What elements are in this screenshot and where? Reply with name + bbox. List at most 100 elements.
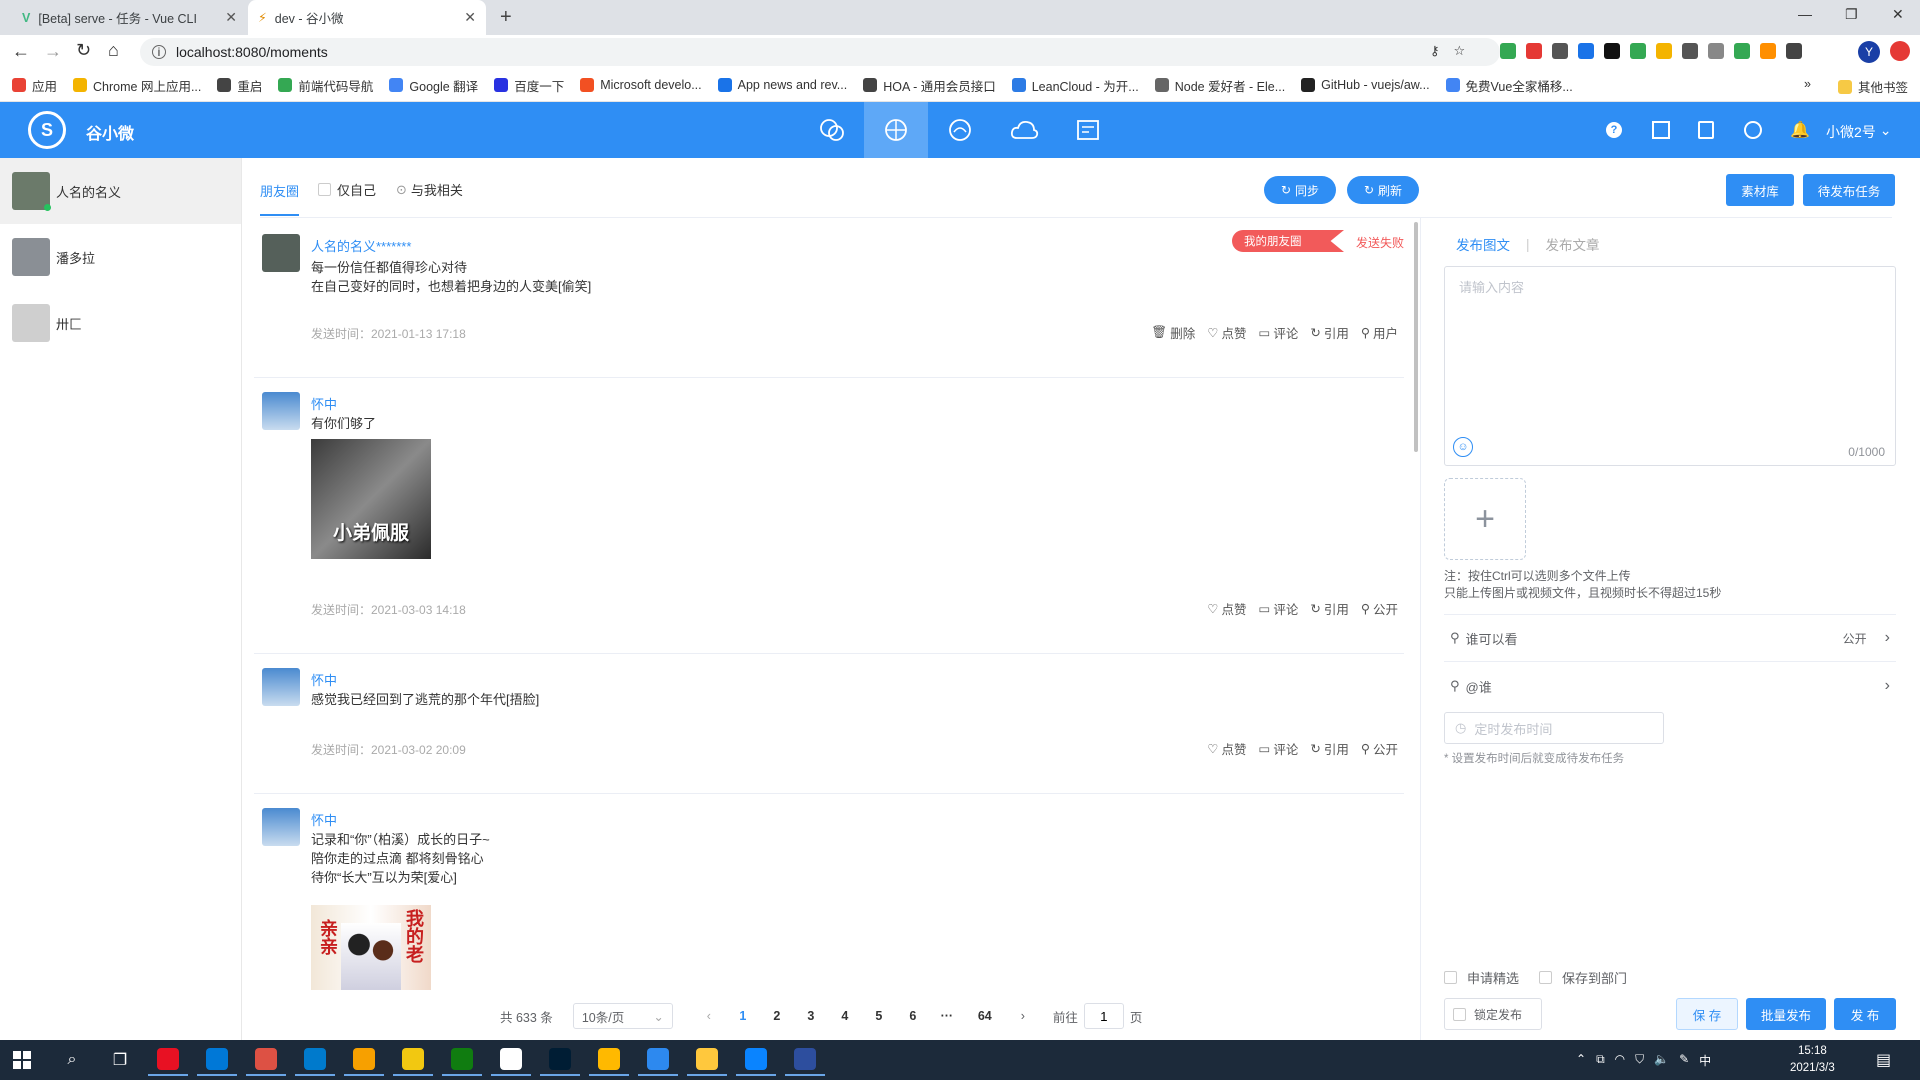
comment-button[interactable]: ▭ 评论 [1259,323,1299,342]
friend-item[interactable]: 潘多拉 [0,224,241,290]
taskbar-app-icon[interactable] [246,1044,286,1076]
taskbar-app-icon[interactable] [393,1044,433,1076]
close-window-icon[interactable]: ✕ [1892,6,1904,23]
taskbar-app-icon[interactable] [295,1044,335,1076]
other-bookmarks[interactable]: 其他书签 [1838,77,1908,96]
nav-wechat[interactable] [800,102,864,158]
start-button[interactable] [2,1044,42,1076]
user-menu[interactable]: 小微2号 ⌄ [1826,122,1892,142]
taskbar-app-icon[interactable] [491,1044,531,1076]
post-author[interactable]: 怀中 [311,810,337,829]
emoji-icon[interactable]: ☺ [1453,437,1473,457]
shield-icon[interactable]: ⛉ [1635,1052,1644,1069]
more-bookmarks-icon[interactable]: » [1804,77,1811,91]
goto-page-input[interactable] [1083,1003,1124,1029]
nav-cloud[interactable] [992,102,1056,158]
new-tab-icon[interactable]: + [500,6,512,29]
save-button[interactable]: 保 存 [1676,998,1738,1030]
extension-icon[interactable] [1630,43,1646,59]
bookmark-item[interactable]: Google 翻译 [389,76,478,95]
quote-button[interactable]: ↻ 引用 [1310,323,1349,342]
refresh-button[interactable]: ↻ 刷新 [1347,176,1419,204]
reload-icon[interactable]: ↻ [76,40,91,61]
delete-button[interactable]: 🗑 删除 [1151,323,1195,342]
page-2[interactable]: 2 [763,1009,791,1023]
bookmark-item[interactable]: 百度一下 [494,76,564,95]
info-icon[interactable]: i [152,45,166,59]
related-filter[interactable]: ⊙ 与我相关 [396,180,463,199]
nav-cloud-chat[interactable] [928,102,992,158]
bell-icon[interactable]: 🔔 [1790,120,1810,140]
quote-button[interactable]: ↻ 引用 [1310,599,1349,618]
prev-page-icon[interactable]: ‹ [695,1009,723,1023]
tab-vue-cli[interactable]: V [Beta] serve - 任务 - Vue CLI ✕ [12,0,247,35]
page-ellipsis[interactable]: ··· [933,1009,961,1023]
page-5[interactable]: 5 [865,1009,893,1023]
page-size-select[interactable]: 10条/页 ⌄ [572,1003,673,1029]
taskbar-app-icon[interactable] [197,1044,237,1076]
comment-button[interactable]: ▭ 评论 [1259,739,1299,758]
ime-indicator[interactable]: 中 [1699,1052,1711,1069]
help-icon[interactable]: ? [1606,122,1622,138]
next-page-icon[interactable]: › [1009,1009,1037,1023]
address-bar[interactable]: i localhost:8080/moments [140,38,1500,66]
post-author[interactable]: 怀中 [311,670,337,689]
pending-tasks-button[interactable]: 待发布任务 [1803,174,1895,206]
lock-publish-checkbox[interactable]: 锁定发布 [1444,998,1542,1030]
bookmark-item[interactable]: Chrome 网上应用... [73,76,201,95]
qrcode-icon[interactable] [1652,121,1670,139]
close-icon[interactable]: ✕ [225,9,237,26]
bookmark-item[interactable]: 应用 [12,76,57,95]
extension-icon[interactable] [1604,43,1620,59]
extension-icon[interactable] [1734,43,1750,59]
minimize-icon[interactable]: — [1798,6,1812,22]
extension-icon[interactable] [1526,43,1542,59]
taskbar-app-icon[interactable] [736,1044,776,1076]
post-author[interactable]: 人名的名义******* [311,236,411,255]
post-author[interactable]: 怀中 [311,394,337,413]
task-view-icon[interactable]: ❐ [100,1044,140,1076]
bookmark-item[interactable]: Node 爱好者 - Ele... [1154,76,1285,95]
key-icon[interactable]: ⚷ [1430,43,1440,59]
tray-app-icon[interactable]: ⧉ [1596,1052,1605,1069]
extension-icon[interactable] [1578,43,1594,59]
taskbar-app-icon[interactable] [540,1044,580,1076]
tab-dev[interactable]: ⚡ dev - 谷小微 ✕ [248,0,486,35]
chevron-up-icon[interactable]: ⌃ [1576,1052,1586,1069]
batch-publish-button[interactable]: 批量发布 [1746,998,1826,1030]
tab-moments[interactable]: 朋友圈 [260,181,300,216]
close-icon[interactable]: ✕ [464,9,476,26]
clock[interactable]: 15:18 2021/3/3 [1790,1043,1835,1077]
like-button[interactable]: ♡ 点赞 [1207,323,1246,342]
extension-icon[interactable] [1760,43,1776,59]
extension-icon[interactable] [1500,43,1516,59]
bookmark-item[interactable]: 重启 [217,76,262,95]
post-image[interactable]: 亲亲 我的老 [311,905,431,990]
feed-scrollbar[interactable] [1414,222,1418,452]
page-3[interactable]: 3 [797,1009,825,1023]
nav-task-board[interactable] [1056,102,1120,158]
taskbar-app-icon[interactable] [344,1044,384,1076]
taskbar-app-icon[interactable] [442,1044,482,1076]
only-self-checkbox[interactable]: 仅自己 [318,180,376,199]
star-icon[interactable]: ☆ [1454,43,1466,59]
visibility-button[interactable]: ⚲ 公开 [1361,739,1398,758]
comment-button[interactable]: ▭ 评论 [1259,599,1299,618]
page-64[interactable]: 64 [967,1009,1003,1023]
taskbar-app-icon[interactable] [687,1044,727,1076]
friend-item[interactable]: 人名的名义 [0,158,241,224]
material-library-button[interactable]: 素材库 [1726,174,1794,206]
bookmark-item[interactable]: GitHub - vuejs/aw... [1301,76,1430,95]
bookmark-item[interactable]: LeanCloud - 为开... [1011,76,1139,95]
extension-icon[interactable] [1708,43,1724,59]
page-1[interactable]: 1 [729,1009,757,1023]
update-icon[interactable] [1890,41,1910,61]
post-image[interactable]: 小弟佩服 [311,439,431,559]
pen-icon[interactable]: ✎ [1679,1052,1689,1069]
profile-avatar[interactable]: Y [1858,41,1880,63]
apply-featured-checkbox[interactable]: 申请精选 [1444,968,1519,987]
bookmark-item[interactable]: 免费Vue全家桶移... [1445,76,1573,95]
extension-icon[interactable] [1656,43,1672,59]
forward-icon[interactable]: → [44,41,62,62]
bookmark-item[interactable]: Microsoft develo... [580,76,702,95]
